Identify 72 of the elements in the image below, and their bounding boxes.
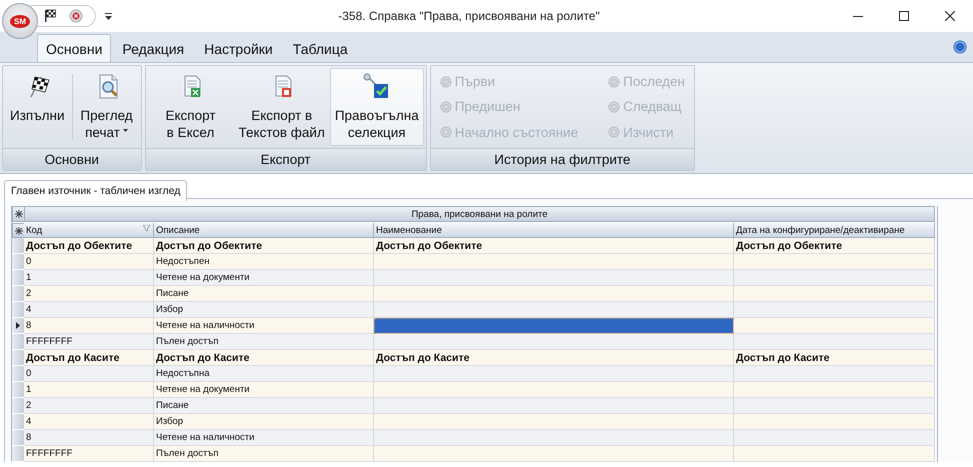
row-pointer-icon: [16, 322, 20, 329]
table-cell: Четене на документи: [154, 270, 374, 286]
table-cell: 2: [24, 398, 154, 414]
row-indicator[interactable]: [12, 318, 24, 334]
table-cell: Достъп до Обектите: [374, 238, 734, 254]
maximize-icon[interactable]: [899, 11, 909, 21]
asterisk-icon: [14, 226, 22, 234]
column-header[interactable]: Наименование: [374, 223, 734, 238]
band-header: Права, присвоявани на ролите: [24, 206, 935, 222]
table-cell: Избор: [154, 302, 374, 318]
history-icon: [608, 126, 620, 138]
table-cell: Пълен достъп: [154, 446, 374, 462]
table-cell: Избор: [154, 414, 374, 430]
table-cell: 0: [24, 366, 154, 382]
table-cell: Достъп до Касите: [154, 350, 374, 366]
customize-dropdown-icon[interactable]: [104, 12, 113, 20]
table-cell: FFFFFFFF: [24, 334, 154, 350]
group-label: Експорт: [146, 148, 426, 170]
table-cell: Достъп до Касите: [734, 350, 935, 366]
focused-cell[interactable]: [374, 318, 734, 334]
app-menu-button[interactable]: SM: [2, 3, 38, 39]
close-icon[interactable]: [945, 11, 955, 21]
checkered-flag-icon[interactable]: [45, 10, 56, 22]
history-icon: [440, 100, 452, 113]
column-header[interactable]: Код: [24, 223, 154, 238]
ribbon-button[interactable]: Експорт в Ексел: [148, 68, 234, 146]
asterisk-icon: [14, 210, 22, 218]
table-cell: 8: [24, 318, 154, 334]
table-cell: 2: [24, 286, 154, 302]
table-cell: Писане: [154, 398, 374, 414]
history-icon: [440, 76, 452, 88]
app-logo: SM: [10, 14, 30, 28]
column-header[interactable]: Дата на конфигуриране/деактивиране: [734, 223, 935, 238]
ribbon-button[interactable]: Изпълни: [5, 68, 70, 146]
ribbon-tab[interactable]: Настройки: [195, 34, 282, 62]
ribbon-tab[interactable]: Основни: [37, 34, 112, 62]
table-cell: Недостъпен: [154, 254, 374, 270]
table-cell: Достъп до Обектите: [24, 238, 154, 254]
document-tab[interactable]: Главен източник - табличен изглед: [4, 180, 188, 201]
group-label: Основни: [3, 148, 141, 170]
help-icon[interactable]: [953, 40, 967, 54]
table-cell: Пълен достъп: [154, 334, 374, 350]
table-cell: Четене на наличности: [154, 318, 374, 334]
table-cell: Недостъпна: [154, 366, 374, 382]
cancel-icon[interactable]: [69, 9, 83, 23]
table-cell: Писане: [154, 286, 374, 302]
table-cell: Достъп до Обектите: [734, 238, 935, 254]
ribbon-tab[interactable]: Редакция: [113, 34, 194, 62]
table-cell: 1: [24, 382, 154, 398]
table-cell: Достъп до Касите: [24, 350, 154, 366]
group-label: История на филтрите: [430, 148, 694, 170]
history-icon: [608, 100, 620, 113]
history-icon: [440, 126, 452, 138]
column-header[interactable]: Описание: [154, 223, 374, 238]
table-cell: Четене на наличности: [154, 430, 374, 446]
ribbon-button[interactable]: Преглед печат: [74, 68, 139, 146]
table-cell: 4: [24, 414, 154, 430]
table-cell: 0: [24, 254, 154, 270]
window-title: -358. Справка "Права, присвоявани на ролите": [337, 9, 601, 23]
ribbon-button[interactable]: Експорт в Текстов файл: [234, 68, 330, 146]
table-cell: 4: [24, 302, 154, 318]
ribbon-tab[interactable]: Таблица: [284, 34, 357, 62]
selection-check-icon: [362, 73, 391, 101]
table-cell: 1: [24, 270, 154, 286]
table-cell: Достъп до Касите: [374, 350, 734, 366]
history-icon: [608, 76, 620, 88]
ribbon-button[interactable]: Правоъгълна селекция: [330, 68, 424, 146]
table-cell: Достъп до Обектите: [154, 238, 374, 254]
filter-icon[interactable]: [143, 225, 150, 231]
table-cell: Четене на документи: [154, 382, 374, 398]
table-cell: 8: [24, 430, 154, 446]
table-cell: FFFFFFFF: [24, 446, 154, 462]
